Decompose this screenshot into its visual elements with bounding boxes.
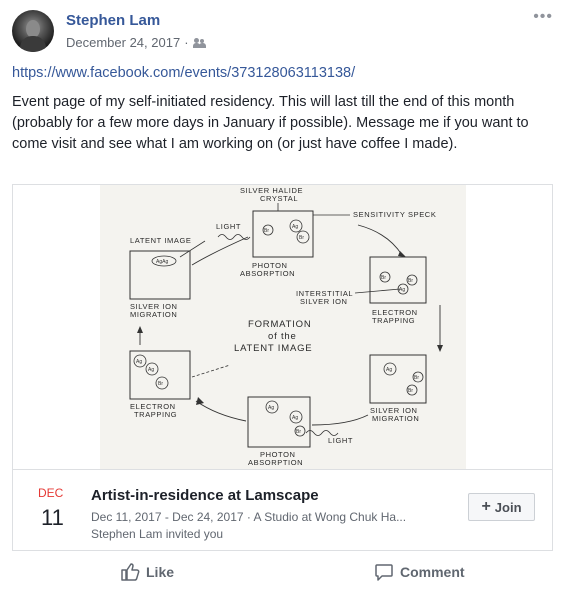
comment-button[interactable]: Comment xyxy=(374,562,465,582)
ion-ag-3: Ag xyxy=(136,359,142,365)
like-button[interactable]: Like xyxy=(120,562,174,582)
post-body: Event page of my self-initiated residenc… xyxy=(12,94,529,152)
event-subtitle: Dec 11, 2017 - Dec 24, 2017 · A Studio a… xyxy=(91,510,407,524)
label-crystal: CRYSTAL xyxy=(260,194,298,203)
label-latent-image-center: LATENT IMAGE xyxy=(234,343,312,354)
event-link[interactable]: https://www.facebook.com/events/37312806… xyxy=(12,65,355,81)
ion-ag-7: Ag xyxy=(292,415,298,421)
avatar-body xyxy=(20,36,46,52)
ion-ag-2: Ag xyxy=(399,287,405,293)
ion-ag-4: Ag xyxy=(148,367,154,373)
event-attachment[interactable]: SILVER HALIDE CRYSTAL Ag Br Br PHOTON AB… xyxy=(12,184,553,551)
label-formation: FORMATION xyxy=(248,319,312,330)
label-latent-image: LATENT IMAGE xyxy=(130,236,192,245)
post-meta: December 24, 2017 · xyxy=(66,35,207,50)
comment-label: Comment xyxy=(400,564,465,580)
event-day: 11 xyxy=(41,505,64,530)
author-name[interactable]: Stephen Lam xyxy=(66,12,160,29)
like-label: Like xyxy=(146,564,175,580)
event-title[interactable]: Artist-in-residence at Lamscape xyxy=(91,487,319,504)
post-card: Stephen Lam December 24, 2017 · ••• http… xyxy=(0,0,565,592)
label-sensitivity: SENSITIVITY SPECK xyxy=(353,210,436,219)
post-actions: Like Comment xyxy=(0,556,565,590)
label-silver-ion-mid: SILVER ION xyxy=(300,297,348,306)
label-migration-right: MIGRATION xyxy=(372,414,419,423)
friends-icon[interactable] xyxy=(192,37,207,48)
join-label: Join xyxy=(494,499,522,515)
post-date[interactable]: December 24, 2017 xyxy=(66,35,180,50)
comment-bubble-icon xyxy=(375,564,393,581)
label-light-top: LIGHT xyxy=(216,222,241,231)
join-button[interactable]: + Join xyxy=(468,493,535,521)
ion-br-4: Br xyxy=(408,278,413,284)
ion-br-1: Br xyxy=(299,235,304,241)
ion-br-3: Br xyxy=(381,275,386,281)
meta-separator: · xyxy=(184,35,189,50)
label-trapping-left: TRAPPING xyxy=(134,410,177,419)
latent-image-diagram[interactable]: SILVER HALIDE CRYSTAL Ag Br Br PHOTON AB… xyxy=(100,185,466,469)
ion-ag-5: Ag xyxy=(386,367,392,373)
label-of-the: of the xyxy=(268,331,297,342)
label-absorption-top: ABSORPTION xyxy=(240,269,295,278)
ion-ag-1: Ag xyxy=(292,224,298,230)
ion-br-8: Br xyxy=(296,429,301,435)
label-trapping-right: TRAPPING xyxy=(372,316,415,325)
ion-br-5: Br xyxy=(158,381,163,387)
ion-br-2: Br xyxy=(264,228,269,234)
ion-br-7: Br xyxy=(408,388,413,394)
event-invite: Stephen Lam invited you xyxy=(91,527,224,541)
event-details[interactable]: DEC 11 Artist-in-residence at Lamscape D… xyxy=(13,469,552,550)
thumbs-up-icon xyxy=(121,563,140,581)
event-month: DEC xyxy=(38,486,64,500)
author-avatar[interactable] xyxy=(12,10,54,52)
label-light-bottom: LIGHT xyxy=(328,436,353,445)
plus-icon: + xyxy=(481,498,491,515)
diagram-svg: SILVER HALIDE CRYSTAL Ag Br Br PHOTON AB… xyxy=(100,185,466,469)
ion-br-6: Br xyxy=(414,375,419,381)
more-options-icon[interactable]: ••• xyxy=(533,8,553,26)
label-absorption-bottom: ABSORPTION xyxy=(248,458,303,467)
ion-agag: AgAg xyxy=(156,259,168,265)
ion-ag-6: Ag xyxy=(268,405,274,411)
label-migration-left: MIGRATION xyxy=(130,310,177,319)
